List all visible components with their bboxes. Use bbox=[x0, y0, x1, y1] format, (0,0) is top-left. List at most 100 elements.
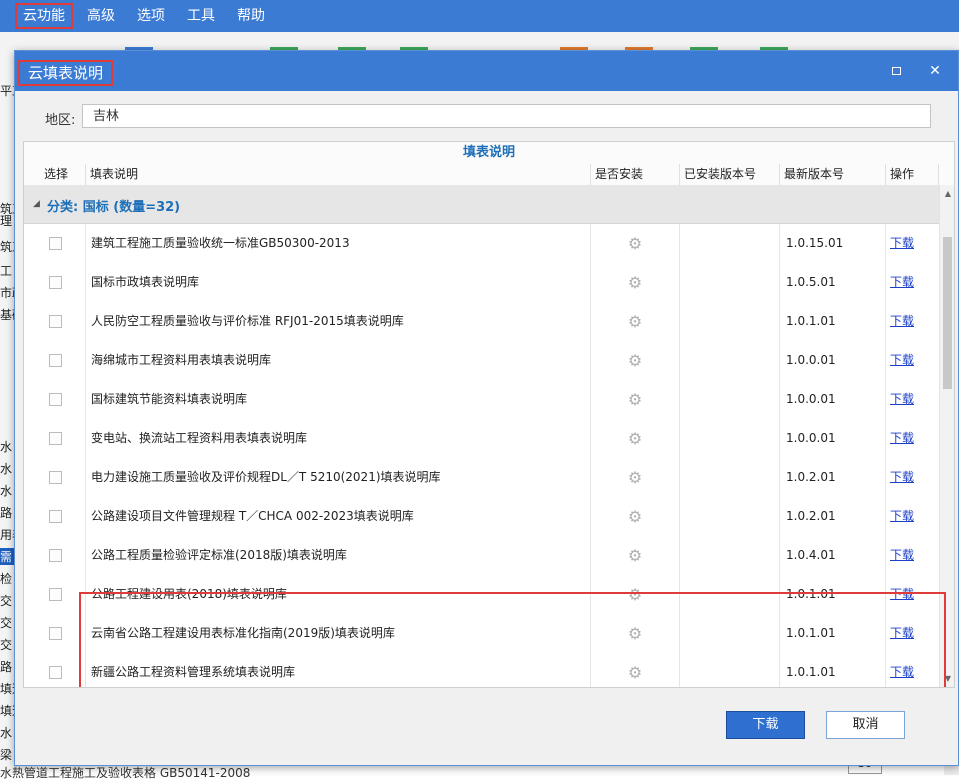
installed-cell: ⚙ bbox=[591, 380, 680, 419]
action-cell: 下载 bbox=[886, 497, 939, 536]
column-select[interactable]: 选择 bbox=[24, 164, 86, 185]
installed-version bbox=[680, 380, 780, 419]
row-checkbox[interactable] bbox=[49, 354, 62, 367]
installed-cell: ⚙ bbox=[591, 497, 680, 536]
download-link[interactable]: 下载 bbox=[890, 587, 914, 601]
collapse-triangle-icon[interactable]: ◢ bbox=[33, 199, 40, 209]
select-cell bbox=[24, 458, 86, 497]
row-checkbox[interactable] bbox=[49, 237, 62, 250]
scrollbar-thumb[interactable] bbox=[943, 237, 952, 389]
column-latest-version[interactable]: 最新版本号 bbox=[780, 164, 886, 185]
column-guide[interactable]: 填表说明 bbox=[86, 164, 591, 185]
installed-cell: ⚙ bbox=[591, 575, 680, 614]
category-row[interactable]: ◢ 分类: 国标 (数量=32) bbox=[24, 185, 939, 224]
download-link[interactable]: 下载 bbox=[890, 626, 914, 640]
guide-name: 电力建设施工质量验收及评价规程DL／T 5210(2021)填表说明库 bbox=[86, 458, 591, 497]
row-checkbox[interactable] bbox=[49, 510, 62, 523]
row-checkbox[interactable] bbox=[49, 627, 62, 640]
installed-cell: ⚙ bbox=[591, 263, 680, 302]
table-row[interactable]: 公路工程建设用表(2018)填表说明库 ⚙ 1.0.1.01 下载 bbox=[24, 575, 939, 615]
column-installed-version[interactable]: 已安装版本号 bbox=[680, 164, 780, 185]
gear-icon: ⚙ bbox=[627, 624, 643, 643]
menu-options[interactable]: 选项 bbox=[126, 0, 176, 32]
select-cell bbox=[24, 263, 86, 302]
latest-version: 1.0.15.01 bbox=[780, 224, 886, 263]
row-checkbox[interactable] bbox=[49, 393, 62, 406]
download-link[interactable]: 下载 bbox=[890, 665, 914, 679]
latest-version: 1.0.0.01 bbox=[780, 380, 886, 419]
download-link[interactable]: 下载 bbox=[890, 548, 914, 562]
guide-name: 建筑工程施工质量验收统一标准GB50300-2013 bbox=[86, 224, 591, 263]
guide-name: 变电站、换流站工程资料用表填表说明库 bbox=[86, 419, 591, 458]
action-cell: 下载 bbox=[886, 614, 939, 653]
menu-advanced[interactable]: 高级 bbox=[76, 0, 126, 32]
download-link[interactable]: 下载 bbox=[890, 353, 914, 367]
menu-cloud[interactable]: 云功能 bbox=[12, 0, 76, 32]
table-row[interactable]: 变电站、换流站工程资料用表填表说明库 ⚙ 1.0.0.01 下载 bbox=[24, 419, 939, 459]
table-row[interactable]: 云南省公路工程建设用表标准化指南(2019版)填表说明库 ⚙ 1.0.1.01 下载 bbox=[24, 614, 939, 654]
installed-cell: ⚙ bbox=[591, 419, 680, 458]
background-status-text: 水热管道工程施工及验收表格 GB50141-2008 bbox=[0, 766, 251, 780]
installed-version bbox=[680, 536, 780, 575]
row-checkbox[interactable] bbox=[49, 276, 62, 289]
table-row[interactable]: 建筑工程施工质量验收统一标准GB50300-2013 ⚙ 1.0.15.01 下载 bbox=[24, 224, 939, 264]
gear-icon: ⚙ bbox=[627, 234, 643, 253]
guide-name: 云南省公路工程建设用表标准化指南(2019版)填表说明库 bbox=[86, 614, 591, 653]
region-input[interactable]: 吉林 bbox=[82, 104, 931, 128]
select-cell bbox=[24, 419, 86, 458]
guide-name: 海绵城市工程资料用表填表说明库 bbox=[86, 341, 591, 380]
region-label: 地区: bbox=[45, 113, 76, 128]
table-row[interactable]: 公路建设项目文件管理规程 T／CHCA 002-2023填表说明库 ⚙ 1.0.2.… bbox=[24, 497, 939, 537]
menu-help[interactable]: 帮助 bbox=[226, 0, 276, 32]
guide-name: 国标建筑节能资料填表说明库 bbox=[86, 380, 591, 419]
download-link[interactable]: 下载 bbox=[890, 236, 914, 250]
row-checkbox[interactable] bbox=[49, 666, 62, 679]
download-link[interactable]: 下载 bbox=[890, 431, 914, 445]
action-cell: 下载 bbox=[886, 419, 939, 458]
download-link[interactable]: 下载 bbox=[890, 275, 914, 289]
cancel-button[interactable]: 取消 bbox=[826, 711, 905, 739]
row-checkbox[interactable] bbox=[49, 471, 62, 484]
action-cell: 下载 bbox=[886, 341, 939, 380]
row-checkbox[interactable] bbox=[49, 432, 62, 445]
category-label: 分类: 国标 (数量=32) bbox=[47, 200, 181, 215]
installed-version bbox=[680, 575, 780, 614]
gear-icon: ⚙ bbox=[627, 507, 643, 526]
vertical-scrollbar[interactable]: ▲ ▼ bbox=[939, 185, 954, 687]
table-row[interactable]: 公路工程质量检验评定标准(2018版)填表说明库 ⚙ 1.0.4.01 下载 bbox=[24, 536, 939, 576]
table-row[interactable]: 人民防空工程质量验收与评价标准 RFJ01-2015填表说明库 ⚙ 1.0.1.01… bbox=[24, 302, 939, 342]
download-link[interactable]: 下载 bbox=[890, 392, 914, 406]
download-button[interactable]: 下载 bbox=[726, 711, 805, 739]
table-row[interactable]: 新疆公路工程资料管理系统填表说明库 ⚙ 1.0.1.01 下载 bbox=[24, 653, 939, 687]
select-cell bbox=[24, 302, 86, 341]
select-cell bbox=[24, 536, 86, 575]
latest-version: 1.0.0.01 bbox=[780, 341, 886, 380]
maximize-button[interactable] bbox=[887, 61, 907, 81]
latest-version: 1.0.0.01 bbox=[780, 419, 886, 458]
installed-version bbox=[680, 614, 780, 653]
table-row[interactable]: 海绵城市工程资料用表填表说明库 ⚙ 1.0.0.01 下载 bbox=[24, 341, 939, 381]
column-action[interactable]: 操作 bbox=[886, 164, 939, 185]
table-row[interactable]: 国标建筑节能资料填表说明库 ⚙ 1.0.0.01 下载 bbox=[24, 380, 939, 420]
row-checkbox[interactable] bbox=[49, 549, 62, 562]
column-installed[interactable]: 是否安装 bbox=[591, 164, 680, 185]
download-link[interactable]: 下载 bbox=[890, 470, 914, 484]
scroll-down-icon[interactable]: ▼ bbox=[940, 672, 954, 686]
row-checkbox[interactable] bbox=[49, 315, 62, 328]
guide-name: 人民防空工程质量验收与评价标准 RFJ01-2015填表说明库 bbox=[86, 302, 591, 341]
select-cell bbox=[24, 575, 86, 614]
latest-version: 1.0.2.01 bbox=[780, 458, 886, 497]
cloud-form-guide-dialog: 云填表说明 ✕ 地区: 吉林 填表说明 选择 填表说明 是否安装 已安装版本号 … bbox=[14, 50, 959, 766]
close-button[interactable]: ✕ bbox=[925, 61, 945, 81]
table-row[interactable]: 电力建设施工质量验收及评价规程DL／T 5210(2021)填表说明库 ⚙ 1.0.… bbox=[24, 458, 939, 498]
latest-version: 1.0.2.01 bbox=[780, 497, 886, 536]
download-link[interactable]: 下载 bbox=[890, 509, 914, 523]
download-link[interactable]: 下载 bbox=[890, 314, 914, 328]
menu-tools[interactable]: 工具 bbox=[176, 0, 226, 32]
installed-cell: ⚙ bbox=[591, 458, 680, 497]
row-checkbox[interactable] bbox=[49, 588, 62, 601]
scroll-up-icon[interactable]: ▲ bbox=[940, 187, 954, 201]
latest-version: 1.0.4.01 bbox=[780, 536, 886, 575]
table-row[interactable]: 国标市政填表说明库 ⚙ 1.0.5.01 下载 bbox=[24, 263, 939, 303]
installed-version bbox=[680, 302, 780, 341]
